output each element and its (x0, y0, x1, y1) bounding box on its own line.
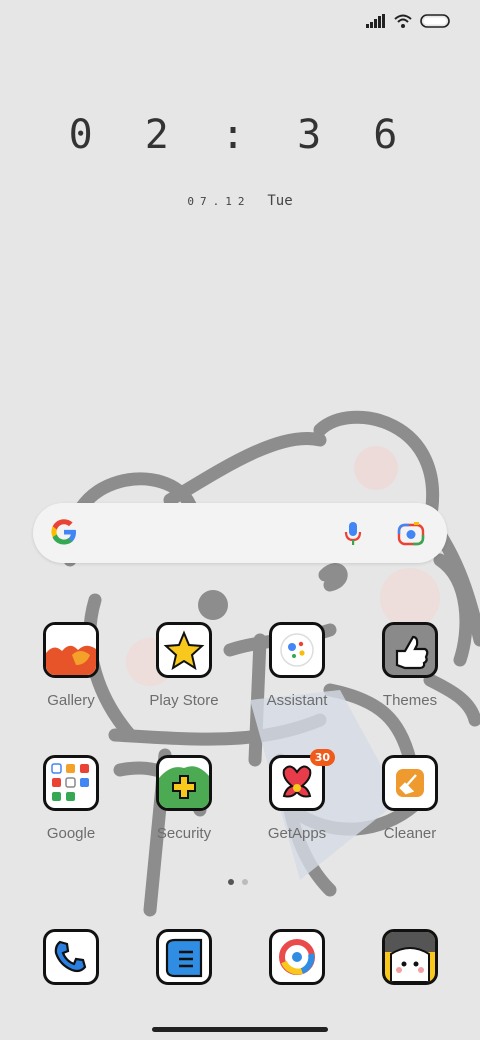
app-label: Play Store (149, 692, 219, 709)
app-themes[interactable]: Themes (360, 622, 460, 709)
app-label: Themes (382, 692, 438, 709)
gesture-bar[interactable] (152, 1027, 328, 1032)
camera-icon (382, 929, 438, 985)
app-label: Gallery (47, 692, 95, 709)
folder-icon (43, 755, 99, 811)
app-gallery[interactable]: Gallery (21, 622, 121, 709)
dock-phone[interactable] (21, 929, 121, 985)
battery-icon (420, 14, 450, 28)
app-label: GetApps (267, 825, 327, 842)
page-dot[interactable] (242, 879, 248, 885)
shield-plus-icon (156, 755, 212, 811)
notification-badge: 30 (309, 749, 335, 766)
app-security[interactable]: Security (134, 755, 234, 842)
lockscreen-clock: 0 2 : 3 6 (68, 112, 412, 158)
status-bar (366, 14, 450, 28)
app-google-folder[interactable]: Google (21, 755, 121, 842)
lens-icon[interactable] (397, 520, 425, 546)
phone-icon (43, 929, 99, 985)
assistant-icon (269, 622, 325, 678)
app-label: Cleaner (383, 825, 437, 842)
app-play-store[interactable]: Play Store (134, 622, 234, 709)
lockscreen-date: 07.12 Tue (0, 193, 480, 209)
app-label: Google (46, 825, 96, 842)
signal-icon (366, 14, 385, 28)
star-icon (156, 622, 212, 678)
app-getapps[interactable]: 30 GetApps (247, 749, 347, 842)
dock-messages[interactable] (134, 929, 234, 985)
dock-camera[interactable] (360, 929, 460, 985)
dock-browser[interactable] (247, 929, 347, 985)
google-logo-icon (51, 519, 76, 545)
broom-icon (382, 755, 438, 811)
browser-icon (269, 929, 325, 985)
google-search-bar[interactable] (33, 503, 447, 563)
page-dot-active[interactable] (228, 879, 234, 885)
date-day: 07.12 (187, 195, 251, 208)
messages-icon (156, 929, 212, 985)
date-weekday: Tue (267, 193, 293, 209)
thumbs-up-icon (382, 622, 438, 678)
wifi-icon (394, 14, 412, 28)
mic-icon[interactable] (339, 519, 367, 547)
app-label: Assistant (266, 692, 328, 709)
page-indicator (228, 879, 248, 885)
app-assistant[interactable]: Assistant (247, 622, 347, 709)
gallery-icon (43, 622, 99, 678)
app-cleaner[interactable]: Cleaner (360, 755, 460, 842)
app-label: Security (156, 825, 212, 842)
